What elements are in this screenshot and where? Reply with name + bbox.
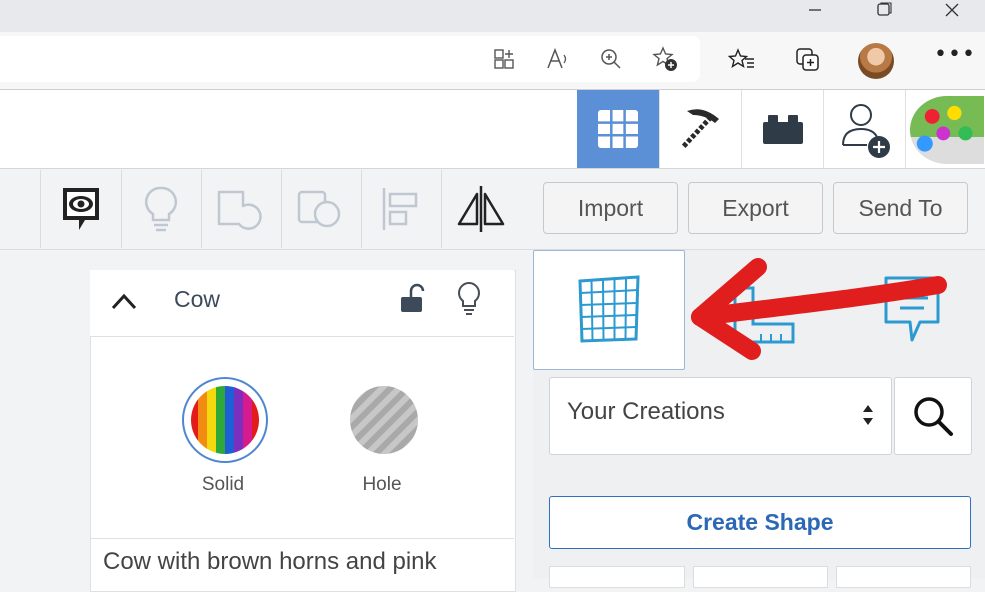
zoom-icon (601, 49, 621, 69)
workplane-tab[interactable] (533, 250, 685, 370)
search-icon (914, 397, 953, 436)
restore-icon (877, 2, 892, 16)
minimize-button[interactable] (795, 0, 835, 20)
minimize-icon (809, 9, 821, 11)
sort-arrows-icon (863, 405, 873, 425)
hole-swatch-icon (350, 386, 418, 454)
nav-bricks[interactable] (741, 90, 824, 168)
chevron-up-icon (111, 293, 137, 310)
mirror-button[interactable] (441, 170, 521, 248)
profile-avatar[interactable] (858, 43, 894, 79)
add-user-icon (842, 104, 890, 158)
library-dropdown-label: Your Creations (567, 398, 725, 425)
shape-thumbnail[interactable] (549, 566, 685, 588)
notes-button[interactable] (41, 170, 122, 248)
read-aloud-button[interactable] (544, 45, 572, 73)
ruler-icon (733, 286, 795, 344)
import-button[interactable]: Import (543, 182, 678, 234)
align-button[interactable] (361, 170, 442, 248)
ungroup-button[interactable] (281, 170, 362, 248)
notes-icon (63, 188, 99, 230)
lightbulb-icon (144, 186, 178, 232)
add-favorite-button[interactable] (651, 45, 679, 73)
unlock-icon (401, 283, 425, 312)
hint-shape-button[interactable] (454, 281, 484, 317)
add-favorite-icon (652, 46, 677, 71)
collections-icon (796, 48, 819, 71)
favorites-button[interactable] (727, 45, 757, 75)
close-icon (945, 3, 959, 17)
apps-button[interactable] (490, 45, 518, 73)
shape-description[interactable]: Cow with brown horns and pink (103, 548, 437, 576)
lock-button[interactable] (398, 283, 426, 315)
collections-button[interactable] (793, 45, 823, 75)
collapse-button[interactable] (110, 288, 138, 314)
notes-tab[interactable] (878, 270, 948, 350)
mirror-icon (457, 186, 505, 232)
align-icon (382, 188, 418, 230)
hole-swatch[interactable] (341, 377, 427, 463)
note-icon (884, 276, 940, 342)
zoom-button[interactable] (597, 45, 625, 73)
restore-button[interactable] (864, 0, 904, 20)
solid-swatch[interactable] (182, 377, 268, 463)
ruler-tab[interactable] (705, 268, 805, 350)
send-to-button[interactable]: Send To (833, 182, 968, 234)
ungroup-icon (297, 190, 341, 228)
create-shape-button[interactable]: Create Shape (549, 496, 971, 549)
pickaxe-icon (681, 109, 719, 149)
search-button[interactable] (894, 377, 972, 455)
shape-thumbnail[interactable] (836, 566, 971, 588)
workplane-icon (578, 275, 640, 343)
user-profile-image[interactable] (910, 96, 984, 164)
shape-thumbnail[interactable] (693, 566, 828, 588)
nav-3d-design[interactable] (577, 90, 659, 168)
rainbow-swatch-icon (191, 386, 259, 454)
browser-titlebar (0, 0, 985, 32)
inspector-header (90, 270, 514, 337)
address-bar[interactable] (0, 36, 700, 82)
dropdown-arrows (861, 402, 875, 428)
brick-icon (763, 115, 803, 144)
hole-label: Hole (362, 474, 402, 495)
shape-name: Cow (174, 286, 221, 312)
nav-invite-user[interactable] (823, 90, 906, 168)
lightbulb-icon (458, 281, 480, 315)
close-window-button[interactable] (932, 0, 972, 20)
group-button[interactable] (201, 170, 282, 248)
favorites-icon (728, 48, 754, 69)
nav-minecraft[interactable] (659, 90, 742, 168)
group-icon (217, 190, 262, 230)
grid-icon (598, 110, 638, 148)
solid-label: Solid (201, 474, 245, 495)
export-button[interactable]: Export (688, 182, 823, 234)
divider (90, 538, 514, 539)
more-button[interactable]: ••• (934, 44, 975, 70)
hint-button[interactable] (121, 170, 202, 248)
apps-icon (494, 49, 514, 69)
read-aloud-icon (547, 47, 567, 69)
more-icon: ••• (934, 42, 976, 67)
